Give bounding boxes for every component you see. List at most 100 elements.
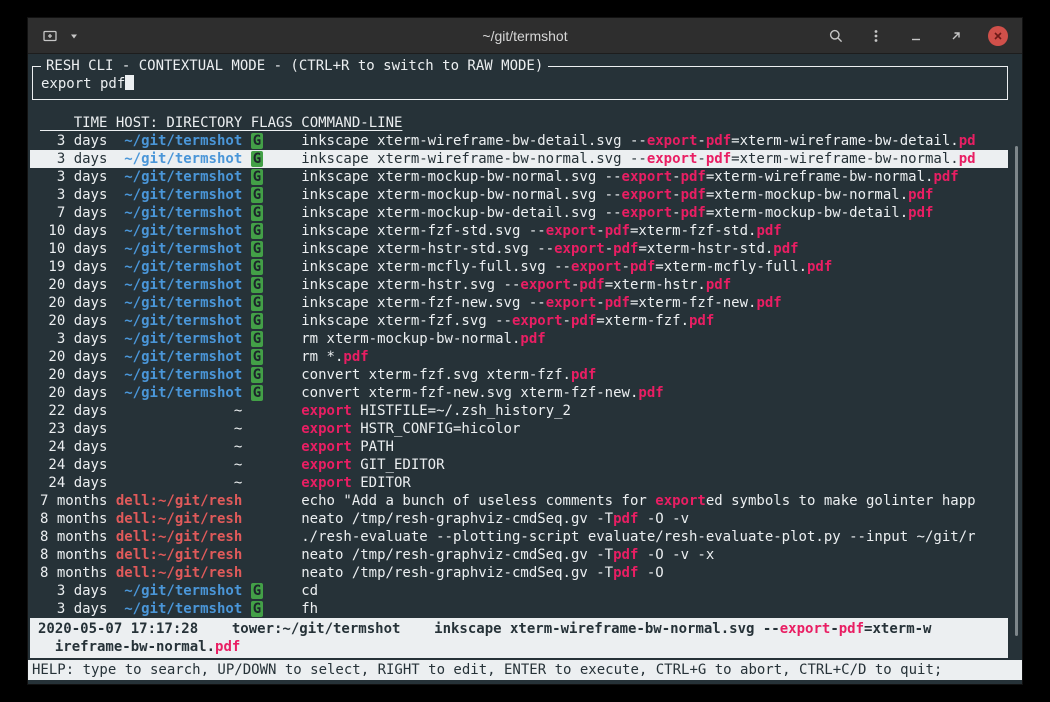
row-command: echo "Add a bunch of useless comments fo… xyxy=(301,492,1008,510)
row-host-directory: dell:~/git/resh xyxy=(116,528,242,546)
row-flags: G xyxy=(251,240,293,258)
row-host-directory: ~/git/termshot xyxy=(116,366,242,384)
search-input[interactable]: export pdf xyxy=(41,75,999,93)
row-command: rm *.pdf xyxy=(301,348,1008,366)
row-flags: G xyxy=(251,600,293,618)
row-command: rm xterm-mockup-bw-normal.pdf xyxy=(301,330,1008,348)
row-time: 20 days xyxy=(40,366,107,384)
row-host-directory: ~/git/termshot xyxy=(116,186,242,204)
row-time: 19 days xyxy=(40,258,107,276)
history-row[interactable]: 3 days ~/git/termshot G inkscape xterm-m… xyxy=(30,186,1008,204)
history-row[interactable]: 3 days ~/git/termshot G inkscape xterm-m… xyxy=(30,168,1008,186)
resh-mode-legend: RESH CLI - CONTEXTUAL MODE - (CTRL+R to … xyxy=(41,57,548,75)
row-command: export HSTR_CONFIG=hicolor xyxy=(301,420,1008,438)
selected-entry-detail: 2020-05-07 17:17:28 tower:~/git/termshot… xyxy=(30,618,1008,658)
row-flags: G xyxy=(251,582,293,600)
row-command: inkscape xterm-fzf-new.svg --export-pdf=… xyxy=(301,294,1008,312)
history-row[interactable]: 20 days ~/git/termshot G inkscape xterm-… xyxy=(30,312,1008,330)
git-flag-badge: G xyxy=(251,205,263,221)
history-row[interactable]: 3 days ~/git/termshot G cd xyxy=(30,582,1008,600)
row-command: ./resh-evaluate --plotting-script evalua… xyxy=(301,528,1008,546)
resh-search-box[interactable]: RESH CLI - CONTEXTUAL MODE - (CTRL+R to … xyxy=(32,66,1008,100)
history-row[interactable]: 3 days ~/git/termshot G inkscape xterm-w… xyxy=(30,132,1008,150)
history-row[interactable]: 8 months dell:~/git/resh neato /tmp/resh… xyxy=(30,546,1008,564)
new-tab-dropdown-icon[interactable] xyxy=(66,28,82,44)
history-row[interactable]: 20 days ~/git/termshot G convert xterm-f… xyxy=(30,366,1008,384)
row-host-directory: ~/git/termshot xyxy=(116,222,242,240)
terminal-window: ~/git/termshot xyxy=(28,18,1022,684)
row-command: neato /tmp/resh-graphviz-cmdSeq.gv -Tpdf… xyxy=(301,564,1008,582)
detail-line: 2020-05-07 17:17:28 tower:~/git/termshot… xyxy=(38,620,1008,638)
row-command: inkscape xterm-fzf-std.svg --export-pdf=… xyxy=(301,222,1008,240)
row-command: neato /tmp/resh-graphviz-cmdSeq.gv -Tpdf… xyxy=(301,546,1008,564)
row-host-directory: ~/git/termshot xyxy=(116,150,242,168)
row-time: 3 days xyxy=(40,582,107,600)
history-row[interactable]: 3 days ~/git/termshot G rm xterm-mockup-… xyxy=(30,330,1008,348)
git-flag-badge: G xyxy=(251,331,263,347)
history-row[interactable]: 10 days ~/git/termshot G inkscape xterm-… xyxy=(30,222,1008,240)
history-row[interactable]: 8 months dell:~/git/resh ./resh-evaluate… xyxy=(30,528,1008,546)
row-command: export PATH xyxy=(301,438,1008,456)
history-row[interactable]: 20 days ~/git/termshot G convert xterm-f… xyxy=(30,384,1008,402)
history-row[interactable]: 7 months dell:~/git/resh echo "Add a bun… xyxy=(30,492,1008,510)
row-flags: G xyxy=(251,186,293,204)
history-row[interactable]: 24 days ~ export GIT_EDITOR xyxy=(30,456,1008,474)
git-flag-badge: G xyxy=(251,151,263,167)
history-row[interactable]: 24 days ~ export PATH xyxy=(30,438,1008,456)
history-row[interactable]: 7 days ~/git/termshot G inkscape xterm-m… xyxy=(30,204,1008,222)
row-host-directory: ~/git/termshot xyxy=(116,276,242,294)
row-host-directory: dell:~/git/resh xyxy=(116,510,242,528)
row-time: 24 days xyxy=(40,474,107,492)
row-time: 20 days xyxy=(40,312,107,330)
scrollbar[interactable] xyxy=(1015,146,1018,636)
history-row[interactable]: 8 months dell:~/git/resh neato /tmp/resh… xyxy=(30,510,1008,528)
row-flags: G xyxy=(251,384,293,402)
history-row[interactable]: 20 days ~/git/termshot G inkscape xterm-… xyxy=(30,294,1008,312)
row-flags: G xyxy=(251,348,293,366)
git-flag-badge: G xyxy=(251,583,263,599)
history-row[interactable]: 3 days ~/git/termshot G fh xyxy=(30,600,1008,618)
search-icon[interactable] xyxy=(828,28,844,44)
row-flags: G xyxy=(251,330,293,348)
history-row[interactable]: 10 days ~/git/termshot G inkscape xterm-… xyxy=(30,240,1008,258)
history-row[interactable]: 23 days ~ export HSTR_CONFIG=hicolor xyxy=(30,420,1008,438)
row-time: 22 days xyxy=(40,402,107,420)
history-row[interactable]: 22 days ~ export HISTFILE=~/.zsh_history… xyxy=(30,402,1008,420)
row-command: convert xterm-fzf-new.svg xterm-fzf-new.… xyxy=(301,384,1008,402)
row-host-directory: ~/git/termshot xyxy=(116,258,242,276)
row-host-directory: dell:~/git/resh xyxy=(116,492,242,510)
row-time: 20 days xyxy=(40,294,107,312)
minimize-button[interactable] xyxy=(908,28,924,44)
row-host-directory: ~ xyxy=(116,456,242,474)
menu-kebab-icon[interactable] xyxy=(868,28,884,44)
row-command: export EDITOR xyxy=(301,474,1008,492)
titlebar: ~/git/termshot xyxy=(28,18,1022,54)
row-time: 3 days xyxy=(40,186,107,204)
row-flags: G xyxy=(251,222,293,240)
close-button[interactable] xyxy=(988,26,1008,46)
history-row[interactable]: 19 days ~/git/termshot G inkscape xterm-… xyxy=(30,258,1008,276)
row-time: 23 days xyxy=(40,420,107,438)
history-row[interactable]: 24 days ~ export EDITOR xyxy=(30,474,1008,492)
history-row[interactable]: 20 days ~/git/termshot G rm *.pdf xyxy=(30,348,1008,366)
history-row[interactable]: 8 months dell:~/git/resh neato /tmp/resh… xyxy=(30,564,1008,582)
search-query-text: export pdf xyxy=(41,76,125,92)
row-time: 24 days xyxy=(40,456,107,474)
row-time: 20 days xyxy=(40,276,107,294)
restore-button[interactable] xyxy=(948,28,964,44)
row-command: cd xyxy=(301,582,1008,600)
row-flags: G xyxy=(251,258,293,276)
row-time: 3 days xyxy=(40,132,107,150)
row-time: 10 days xyxy=(40,240,107,258)
row-flags: G xyxy=(251,312,293,330)
row-command: fh xyxy=(301,600,1008,618)
git-flag-badge: G xyxy=(251,277,263,293)
row-command: export HISTFILE=~/.zsh_history_2 xyxy=(301,402,1008,420)
history-row[interactable]: 20 days ~/git/termshot G inkscape xterm-… xyxy=(30,276,1008,294)
git-flag-badge: G xyxy=(251,385,263,401)
row-time: 20 days xyxy=(40,348,107,366)
history-table: TIME HOST: DIRECTORY FLAGS COMMAND-LINE … xyxy=(30,114,1008,618)
git-flag-badge: G xyxy=(251,601,263,617)
history-row[interactable]: 3 days ~/git/termshot G inkscape xterm-w… xyxy=(30,150,1008,168)
new-tab-button[interactable] xyxy=(42,28,58,44)
